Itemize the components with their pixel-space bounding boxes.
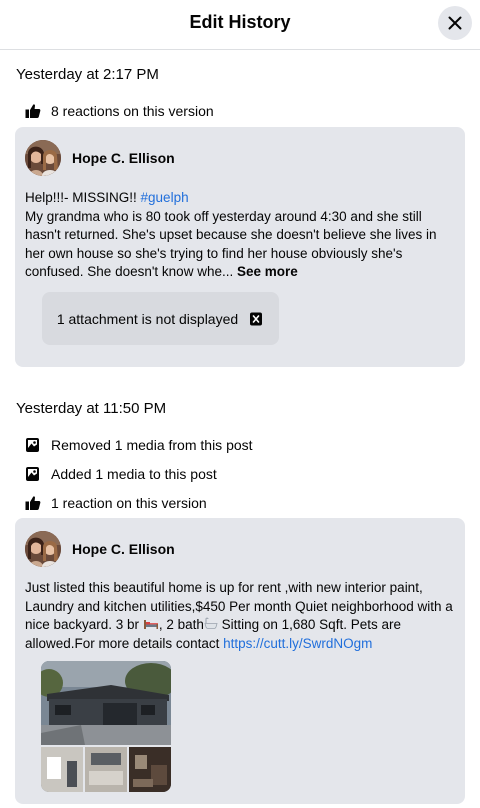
attachment-note: 1 attachment is not displayed: [56, 310, 239, 327]
bed-icon: [143, 620, 158, 630]
post-body: My grandma who is 80 took off yesterday …: [25, 208, 437, 280]
avatar[interactable]: [25, 140, 61, 176]
activity-text: Added 1 media to this post: [51, 466, 217, 482]
contact-link[interactable]: https://cutt.ly/SwrdNOgm: [223, 636, 372, 651]
activity-row: 1 reaction on this version: [24, 494, 207, 512]
post-version-card: Hope C. Ellison Help!!!- MISSING!! #guel…: [15, 127, 465, 367]
hidden-media-icon: [248, 311, 264, 327]
activity-text: Removed 1 media from this post: [51, 437, 253, 453]
post-text: Just listed this beautiful home is up fo…: [25, 579, 457, 653]
see-more-link[interactable]: See more: [237, 264, 298, 279]
version-timestamp: Yesterday at 2:17 PM: [16, 66, 159, 83]
bathtub-icon: [204, 617, 218, 630]
post-author: Hope C. Ellison: [25, 531, 175, 567]
avatar[interactable]: [25, 531, 61, 567]
media-icon: [24, 436, 42, 454]
activity-row: 8 reactions on this version: [24, 102, 214, 120]
thumbs-up-icon: [24, 494, 42, 512]
post-photo-collage[interactable]: [41, 661, 171, 792]
thumbs-up-icon: [24, 102, 42, 120]
dialog-title: Edit History: [189, 12, 291, 32]
activity-text: 1 reaction on this version: [51, 495, 207, 511]
activity-row: Added 1 media to this post: [24, 465, 217, 483]
hashtag-link[interactable]: #guelph: [141, 190, 189, 205]
media-icon: [24, 465, 42, 483]
author-name[interactable]: Hope C. Ellison: [72, 150, 175, 166]
close-icon: [448, 16, 462, 30]
dialog-header: Edit History: [0, 0, 480, 50]
activity-row: Removed 1 media from this post: [24, 436, 253, 454]
post-text-lead: Help!!!- MISSING!!: [25, 190, 141, 205]
post-author: Hope C. Ellison: [25, 140, 175, 176]
close-button[interactable]: [438, 6, 472, 40]
post-text: Help!!!- MISSING!! #guelph My grandma who…: [25, 189, 457, 282]
attachment-placeholder: 1 attachment is not displayed: [42, 292, 279, 345]
activity-text: 8 reactions on this version: [51, 103, 214, 119]
post-body-part2: , 2 bath: [158, 617, 204, 633]
post-version-card: Hope C. Ellison Just listed this beautif…: [15, 518, 465, 804]
author-name[interactable]: Hope C. Ellison: [72, 541, 175, 557]
version-timestamp: Yesterday at 11:50 PM: [16, 400, 167, 417]
